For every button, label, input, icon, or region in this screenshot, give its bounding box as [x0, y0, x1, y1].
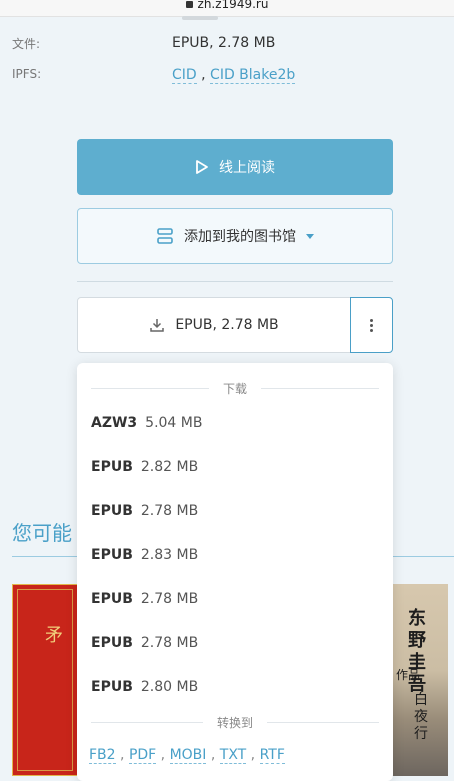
read-online-button[interactable]: 线上阅读 — [77, 139, 393, 195]
ipfs-label: IPFS: — [12, 67, 42, 81]
dropdown-item-epub[interactable]: EPUB 2.82 MB — [91, 459, 198, 475]
scroll-hint — [182, 16, 218, 20]
more-vertical-icon — [370, 317, 373, 334]
item-size: 2.78 MB — [140, 591, 199, 607]
download-dropdown-menu: 下载 AZW3 5.04 MB EPUB 2.82 MB EPUB 2.78 MB E… — [77, 363, 393, 781]
book-cover-right-title: 白夜行 — [414, 692, 428, 742]
convert-mobi-link[interactable]: MOBI — [169, 747, 207, 764]
browser-url-bar[interactable]: zh.z1949.ru — [0, 0, 454, 17]
cover-frame — [17, 589, 73, 771]
dropdown-item-azw3[interactable]: AZW3 5.04 MB — [91, 415, 202, 431]
chevron-down-icon — [306, 233, 314, 239]
item-size: 2.82 MB — [140, 459, 199, 475]
convert-pdf-link[interactable]: PDF — [128, 747, 157, 764]
convert-fb2-link[interactable]: FB2 — [89, 747, 116, 764]
url-text: zh.z1949.ru — [197, 0, 269, 11]
download-header-label: 下载 — [223, 381, 248, 396]
ipfs-links: CID , CID Blake2b — [172, 67, 296, 84]
book-cover-left-text: 矛 — [45, 625, 63, 646]
item-format: EPUB — [91, 503, 133, 519]
download-label: EPUB, 2.78 MB — [175, 317, 279, 333]
item-size: 5.04 MB — [145, 415, 203, 431]
dropdown-item-epub[interactable]: EPUB 2.80 MB — [91, 679, 198, 695]
item-format: EPUB — [91, 591, 133, 607]
dropdown-item-epub[interactable]: EPUB 2.78 MB — [91, 635, 198, 651]
convert-txt-link[interactable]: TXT — [219, 747, 247, 764]
add-to-library-button[interactable]: 添加到我的图书馆 — [77, 208, 393, 264]
item-format: EPUB — [91, 635, 133, 651]
cid-link[interactable]: CID — [172, 67, 197, 84]
play-icon — [196, 160, 208, 174]
file-label: 文件: — [12, 37, 41, 51]
item-format: EPUB — [91, 679, 133, 695]
item-format: EPUB — [91, 547, 133, 563]
divider — [77, 281, 393, 282]
convert-header: 转换到 — [91, 715, 380, 730]
dropdown-item-epub[interactable]: EPUB 2.78 MB — [91, 591, 198, 607]
ipfs-separator: , — [196, 67, 211, 83]
download-button[interactable]: EPUB, 2.78 MB — [77, 297, 351, 353]
convert-header-label: 转换到 — [217, 715, 254, 730]
lock-icon — [185, 1, 193, 8]
item-size: 2.78 MB — [140, 503, 199, 519]
item-size: 2.78 MB — [140, 635, 199, 651]
convert-rtf-link[interactable]: RTF — [259, 747, 285, 764]
item-size: 2.80 MB — [140, 679, 199, 695]
library-icon — [157, 228, 173, 244]
download-icon — [150, 319, 165, 332]
add-to-library-label: 添加到我的图书馆 — [184, 229, 296, 245]
section-heading: 您可能 — [12, 521, 72, 545]
book-cover-right-sub: 作品 — [396, 668, 421, 682]
cid-blake2b-link[interactable]: CID Blake2b — [210, 67, 296, 84]
more-formats-button[interactable] — [350, 297, 393, 353]
book-cover-right[interactable]: 东野圭吾 作品 白夜行 — [392, 584, 448, 776]
file-value: EPUB, 2.78 MB — [172, 35, 276, 51]
read-online-label: 线上阅读 — [219, 160, 275, 176]
book-cover-left[interactable]: 矛 — [12, 584, 78, 776]
dropdown-item-epub[interactable]: EPUB 2.78 MB — [91, 503, 198, 519]
item-format: AZW3 — [91, 415, 138, 431]
convert-format-list: FB2 , PDF , MOBI , TXT , RTF — [89, 747, 285, 764]
item-format: EPUB — [91, 459, 133, 475]
item-size: 2.83 MB — [140, 547, 199, 563]
dropdown-item-epub[interactable]: EPUB 2.83 MB — [91, 547, 198, 563]
download-header: 下载 — [91, 381, 380, 396]
